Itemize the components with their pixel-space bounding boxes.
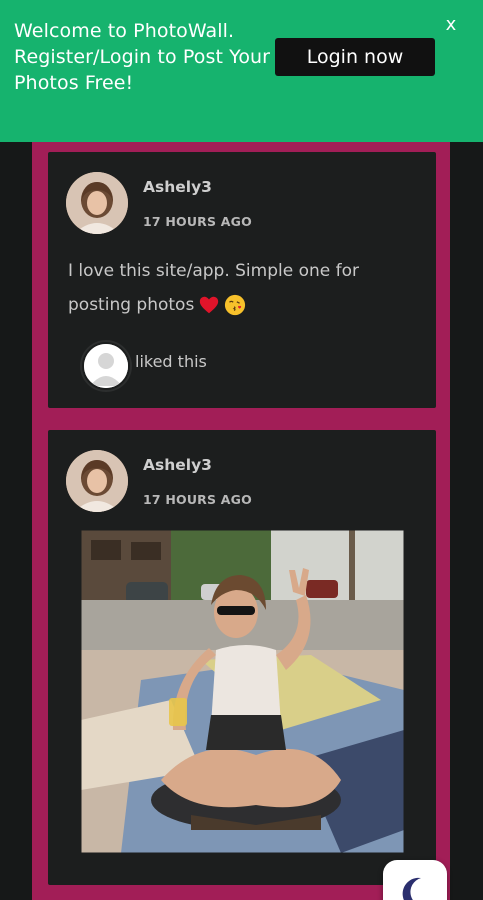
- post-username[interactable]: Ashely3: [143, 178, 212, 196]
- liker-avatar[interactable]: [82, 342, 130, 390]
- user-avatar[interactable]: [66, 450, 128, 512]
- post-username[interactable]: Ashely3: [143, 456, 212, 474]
- app-screen: Ashely3 17 HOURS AGO I love this site/ap…: [0, 0, 483, 900]
- close-banner-button[interactable]: x: [440, 14, 462, 36]
- theme-toggle-button[interactable]: [383, 860, 447, 900]
- post-timestamp: 17 HOURS AGO: [143, 214, 252, 229]
- banner-message: Welcome to PhotoWall. Register/Login to …: [14, 20, 271, 94]
- woman-sitting-on-street-photo: [81, 530, 404, 853]
- post-timestamp: 17 HOURS AGO: [143, 492, 252, 507]
- welcome-banner: Welcome to PhotoWall. Register/Login to …: [0, 0, 483, 142]
- login-button[interactable]: Login now: [275, 38, 435, 76]
- avatar-photo-icon: [66, 450, 128, 512]
- post-card: Ashely3 17 HOURS AGO: [48, 430, 436, 885]
- kiss-face-icon: [225, 294, 246, 316]
- user-avatar[interactable]: [66, 172, 128, 234]
- avatar-photo-icon: [66, 172, 128, 234]
- default-user-icon: [84, 344, 128, 388]
- post-text: I love this site/app. Simple one for pos…: [68, 254, 408, 322]
- post-photo[interactable]: [81, 530, 404, 853]
- moon-icon: [402, 877, 421, 900]
- liked-label: liked this: [135, 352, 207, 371]
- heart-icon: [200, 296, 219, 314]
- post-card: Ashely3 17 HOURS AGO I love this site/ap…: [48, 152, 436, 408]
